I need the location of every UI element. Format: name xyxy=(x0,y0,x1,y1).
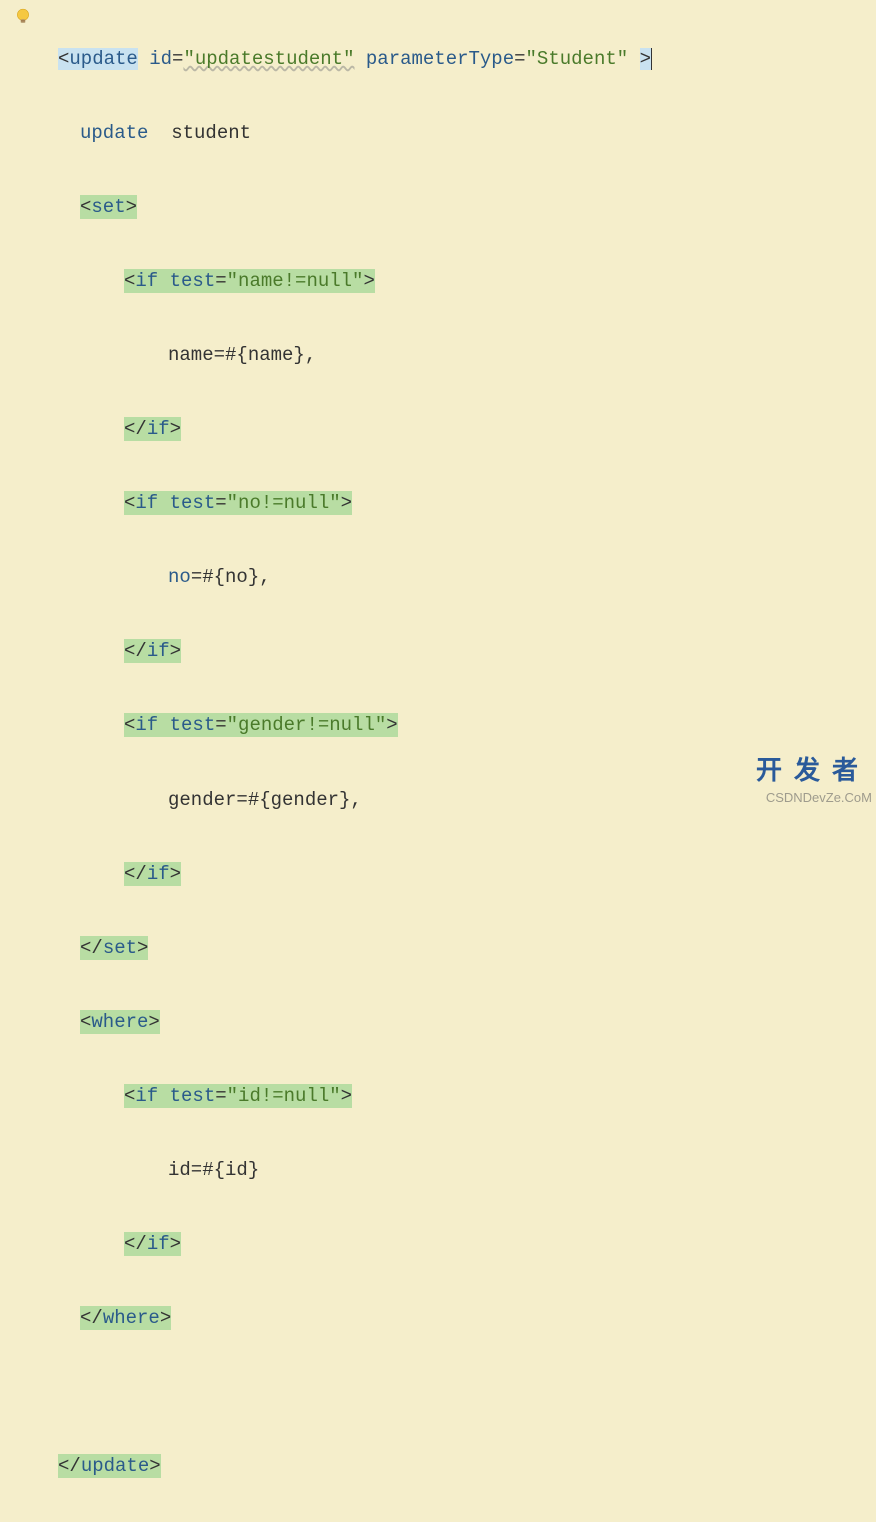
code-line xyxy=(58,1374,876,1411)
code-line: <if test="id!=null"> xyxy=(58,1078,876,1115)
text-cursor xyxy=(651,48,652,70)
intention-bulb-icon[interactable] xyxy=(14,8,32,26)
editor-gutter xyxy=(0,0,42,814)
code-line: <if test="gender!=null"> xyxy=(58,707,876,744)
code-line: </if> xyxy=(58,1226,876,1263)
code-line: <where> xyxy=(58,1004,876,1041)
code-line: <if test="no!=null"> xyxy=(58,485,876,522)
code-line: no=#{no}, xyxy=(58,559,876,596)
code-line: </set> xyxy=(58,930,876,967)
code-line: update student xyxy=(58,115,876,152)
watermark-sub: CSDNDevZe.CoM xyxy=(766,785,872,810)
code-editor[interactable]: <update id="updatestudent" parameterType… xyxy=(58,4,876,1522)
code-line: name=#{name}, xyxy=(58,337,876,374)
code-line: </if> xyxy=(58,856,876,893)
code-line: <if test="name!=null"> xyxy=(58,263,876,300)
code-line: <update id="updatestudent" parameterType… xyxy=(58,41,876,78)
code-line: gender=#{gender}, xyxy=(58,782,876,819)
code-line: </where> xyxy=(58,1300,876,1337)
code-line: </if> xyxy=(58,411,876,448)
code-line: </update> xyxy=(58,1448,876,1485)
code-line: <set> xyxy=(58,189,876,226)
code-line: </if> xyxy=(58,633,876,670)
code-line: id=#{id} xyxy=(58,1152,876,1189)
